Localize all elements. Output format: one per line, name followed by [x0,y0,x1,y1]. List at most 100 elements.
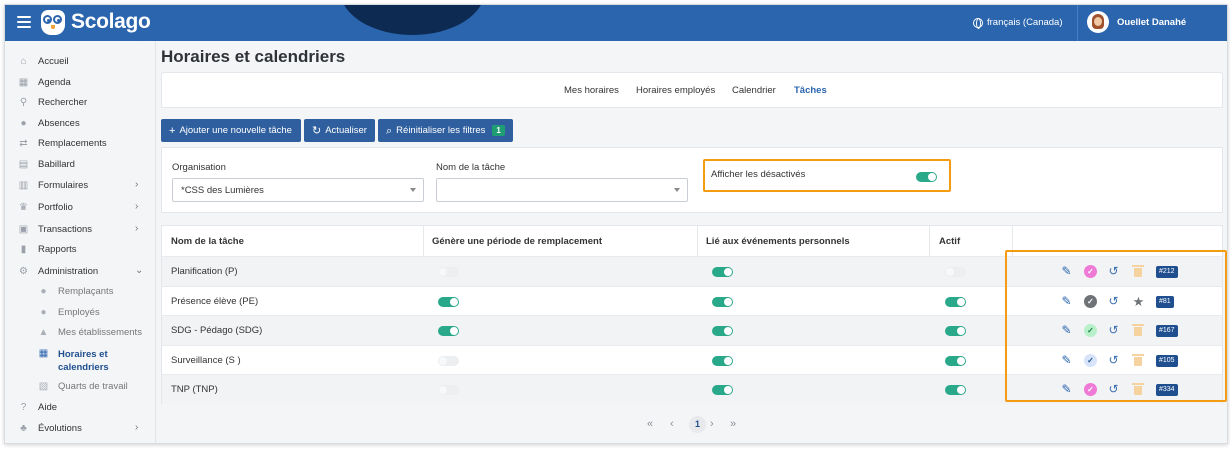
sidebar-subitem-etablissements[interactable]: ▲ Mes établissements [5,323,155,343]
add-task-label: Ajouter une nouvelle tâche [179,125,292,136]
first-page-button[interactable]: « [647,418,653,430]
brand-name[interactable]: Scolago [71,10,151,34]
sidebar-item-transactions[interactable]: ▣ Transactions › [5,220,155,240]
organisation-label: Organisation [172,162,226,173]
refresh-icon: ↻ [312,124,322,137]
form-icon: ▥ [18,180,29,191]
calendar-icon: ▦ [38,348,49,359]
absence-icon: ● [20,118,27,129]
prev-page-button[interactable]: ‹ [670,418,674,430]
generates-replacement-toggle[interactable] [438,296,459,307]
column-header-linked[interactable]: Lié aux événements personnels [706,236,850,247]
column-header-name[interactable]: Nom de la tâche [171,236,244,247]
hamburger-menu-icon[interactable] [17,16,31,28]
sidebar-item-label: Transactions [38,224,93,235]
linked-personal-events-toggle[interactable] [712,385,733,396]
current-page-button[interactable]: 1 [689,416,706,433]
owl-logo-icon[interactable] [41,10,65,35]
refresh-label: Actualiser [325,125,367,136]
actions-highlight [1005,250,1227,402]
column-header-active[interactable]: Actif [939,236,960,247]
generates-replacement-toggle[interactable] [438,385,459,396]
filter-count-badge: 1 [492,125,505,136]
tab-mes-horaires[interactable]: Mes horaires [564,85,619,96]
column-divider [423,226,424,256]
header-divider [1077,5,1078,41]
generates-replacement-toggle[interactable] [438,267,459,277]
app-window: Scolago français (Canada) Ouellet Danahé… [4,4,1228,444]
top-bar: Scolago français (Canada) Ouellet Danahé [5,5,1227,41]
organisation-select[interactable]: *CSS des Lumières [172,178,424,202]
tab-horaires-employes[interactable]: Horaires employés [636,85,715,96]
sidebar-item-rechercher[interactable]: ⚲ Rechercher [5,93,155,113]
sidebar-subitem-label: Remplaçants [58,286,114,297]
tab-calendrier[interactable]: Calendrier [732,85,776,96]
show-disabled-label: Afficher les désactivés [711,169,806,180]
sidebar-item-absences[interactable]: ● Absences [5,114,155,134]
task-name-cell: Présence élève (PE) [171,295,259,307]
sidebar-item-evolutions[interactable]: ♣ Évolutions › [5,419,155,439]
active-toggle[interactable] [945,267,966,277]
help-icon: ? [20,402,27,413]
sidebar-item-agenda[interactable]: ▦ Agenda [5,73,155,93]
column-header-generates[interactable]: Génère une période de remplacement [432,236,602,247]
linked-personal-events-toggle[interactable] [712,296,733,307]
sidebar-item-label: Portfolio [38,202,73,213]
calendar-icon: ▦ [18,77,29,88]
sidebar-item-rapports[interactable]: ▮ Rapports [5,240,155,260]
last-page-button[interactable]: » [730,418,736,430]
building-icon: ▲ [38,327,49,338]
chevron-down-icon: ⌄ [135,265,144,276]
sidebar-item-babillard[interactable]: ▤ Babillard [5,155,155,175]
user-name: Ouellet Danahé [1117,16,1187,28]
tab-taches[interactable]: Tâches [794,85,827,96]
add-task-button[interactable]: + Ajouter une nouvelle tâche [161,119,301,142]
show-disabled-toggle[interactable] [916,172,937,182]
generates-replacement-toggle[interactable] [438,326,459,337]
reset-filters-button[interactable]: ⌕ Réinitialiser les filtres 1 [378,119,513,142]
user-icon: ● [40,286,47,297]
column-divider [697,226,698,256]
users-icon: ● [40,307,47,318]
linked-personal-events-toggle[interactable] [712,355,733,366]
chevron-right-icon: › [135,179,139,190]
gear-icon: ⚙ [19,266,28,277]
filter-reset-icon: ⌕ [386,124,393,137]
sidebar-subitem-quarts[interactable]: ▧ Quarts de travail [5,377,155,397]
linked-personal-events-toggle[interactable] [712,267,733,277]
column-divider [929,226,930,256]
sidebar-item-label: Aide [38,402,58,413]
sprout-icon: ♣ [20,423,27,434]
sidebar-item-aide[interactable]: ? Aide [5,398,155,418]
generates-replacement-toggle[interactable] [438,355,459,366]
linked-personal-events-toggle[interactable] [712,326,733,337]
active-toggle[interactable] [945,355,966,366]
refresh-button[interactable]: ↻ Actualiser [304,119,375,142]
next-page-button[interactable]: › [710,418,714,430]
task-name-label: Nom de la tâche [436,162,506,173]
language-selector[interactable]: français (Canada) [973,17,1063,29]
sidebar-item-portfolio[interactable]: ♛ Portfolio › [5,198,155,218]
filters-panel: Organisation *CSS des Lumières Nom de la… [161,147,1223,213]
active-toggle[interactable] [945,296,966,307]
tab-bar: Mes horaires Horaires employés Calendrie… [161,72,1223,108]
user-menu[interactable]: Ouellet Danahé [1087,11,1186,33]
home-icon: ⌂ [20,56,27,67]
sidebar-item-administration[interactable]: ⚙ Administration ⌄ [5,262,155,282]
sidebar-subitem-remplacants[interactable]: ● Remplaçants [5,282,155,302]
sidebar-item-label: Formulaires [38,180,89,191]
page-title: Horaires et calendriers [161,47,346,66]
sidebar-item-remplacements[interactable]: ⇄ Remplacements [5,134,155,154]
sidebar-subitem-employes[interactable]: ● Employés [5,303,155,323]
sidebar-subitem-horaires[interactable]: ▦ Horaires et calendriers [5,344,155,374]
active-toggle[interactable] [945,385,966,396]
trophy-icon: ♛ [19,202,28,213]
sidebar-item-formulaires[interactable]: ▥ Formulaires › [5,176,155,196]
active-toggle[interactable] [945,326,966,337]
task-name-select[interactable] [436,178,688,202]
task-name-cell: SDG - Pédago (SDG) [171,325,263,337]
chevron-right-icon: › [135,201,139,212]
plus-icon: + [169,124,176,137]
sidebar-item-accueil[interactable]: ⌂ Accueil [5,52,155,72]
globe-icon [973,17,983,29]
